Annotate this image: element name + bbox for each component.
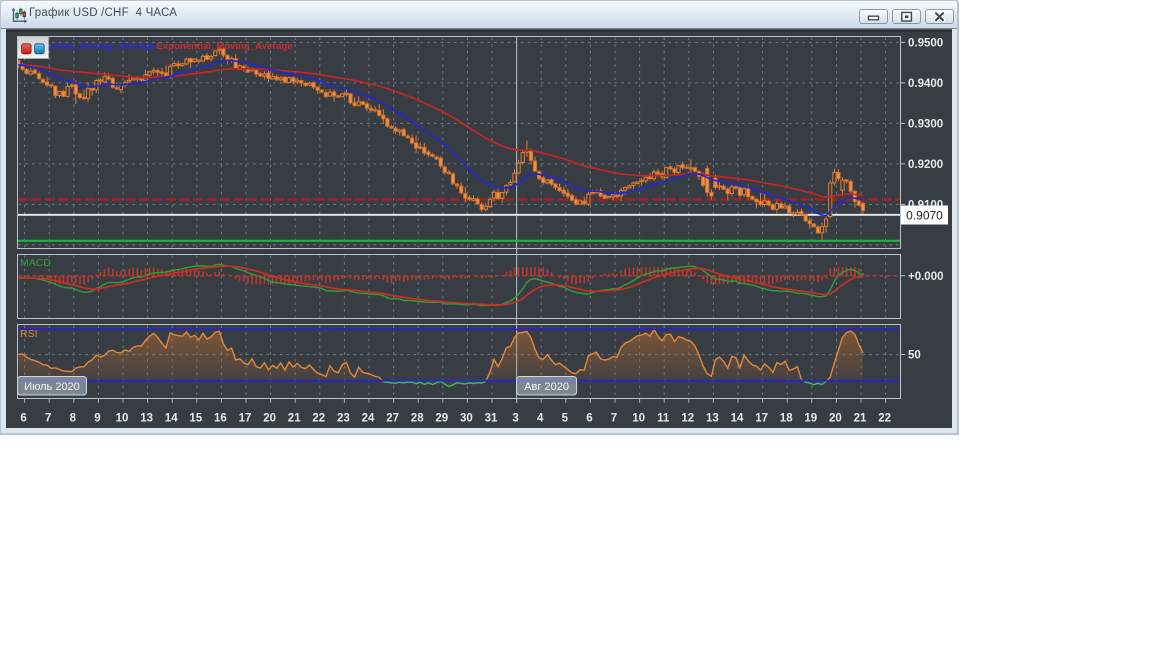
svg-text:20: 20	[263, 413, 276, 425]
svg-text:13: 13	[140, 413, 153, 425]
svg-text:7: 7	[45, 413, 51, 425]
svg-text:4: 4	[537, 413, 544, 425]
svg-text:14: 14	[731, 413, 744, 425]
svg-text:29: 29	[435, 413, 448, 425]
svg-text:MACD: MACD	[20, 257, 51, 269]
svg-text:Июль 2020: Июль 2020	[24, 381, 80, 393]
svg-text:23: 23	[337, 413, 350, 425]
svg-text:3: 3	[512, 413, 518, 425]
svg-text:50: 50	[908, 350, 921, 362]
svg-text:7: 7	[611, 413, 617, 425]
svg-text:19: 19	[804, 413, 817, 425]
svg-text:RSI: RSI	[20, 328, 38, 340]
svg-text:18: 18	[780, 413, 793, 425]
svg-text:15: 15	[189, 413, 202, 425]
svg-text:0.9400: 0.9400	[908, 78, 943, 90]
svg-text:12: 12	[681, 413, 694, 425]
svg-text:6: 6	[586, 413, 592, 425]
svg-text:24: 24	[362, 413, 375, 425]
svg-text:27: 27	[386, 413, 399, 425]
svg-text:0.9300: 0.9300	[908, 119, 943, 131]
svg-text:6: 6	[20, 413, 26, 425]
svg-text:0.9070: 0.9070	[906, 209, 943, 223]
svg-text:21: 21	[854, 413, 867, 425]
svg-text:31: 31	[485, 413, 498, 425]
svg-text:10: 10	[116, 413, 129, 425]
svg-text:10: 10	[632, 413, 645, 425]
svg-text:21: 21	[288, 413, 301, 425]
svg-text:11: 11	[657, 413, 670, 425]
svg-text:14: 14	[165, 413, 178, 425]
svg-text:13: 13	[706, 413, 719, 425]
svg-text:5: 5	[562, 413, 569, 425]
svg-text:17: 17	[239, 413, 252, 425]
svg-text:16: 16	[214, 413, 227, 425]
svg-text:17: 17	[755, 413, 768, 425]
svg-text:30: 30	[460, 413, 473, 425]
svg-text:Авг 2020: Авг 2020	[524, 381, 569, 393]
svg-text:0.9200: 0.9200	[908, 159, 943, 171]
svg-text:28: 28	[411, 413, 424, 425]
svg-text:+0.000: +0.000	[908, 271, 944, 283]
svg-text:22: 22	[312, 413, 325, 425]
svg-text:22: 22	[878, 413, 891, 425]
svg-text:8: 8	[70, 413, 77, 425]
svg-text:20: 20	[829, 413, 842, 425]
svg-text:9: 9	[94, 413, 100, 425]
svg-text:Exponential_Moving_Average: Exponential_Moving_Average	[157, 41, 293, 52]
svg-text:0.9500: 0.9500	[908, 38, 943, 50]
